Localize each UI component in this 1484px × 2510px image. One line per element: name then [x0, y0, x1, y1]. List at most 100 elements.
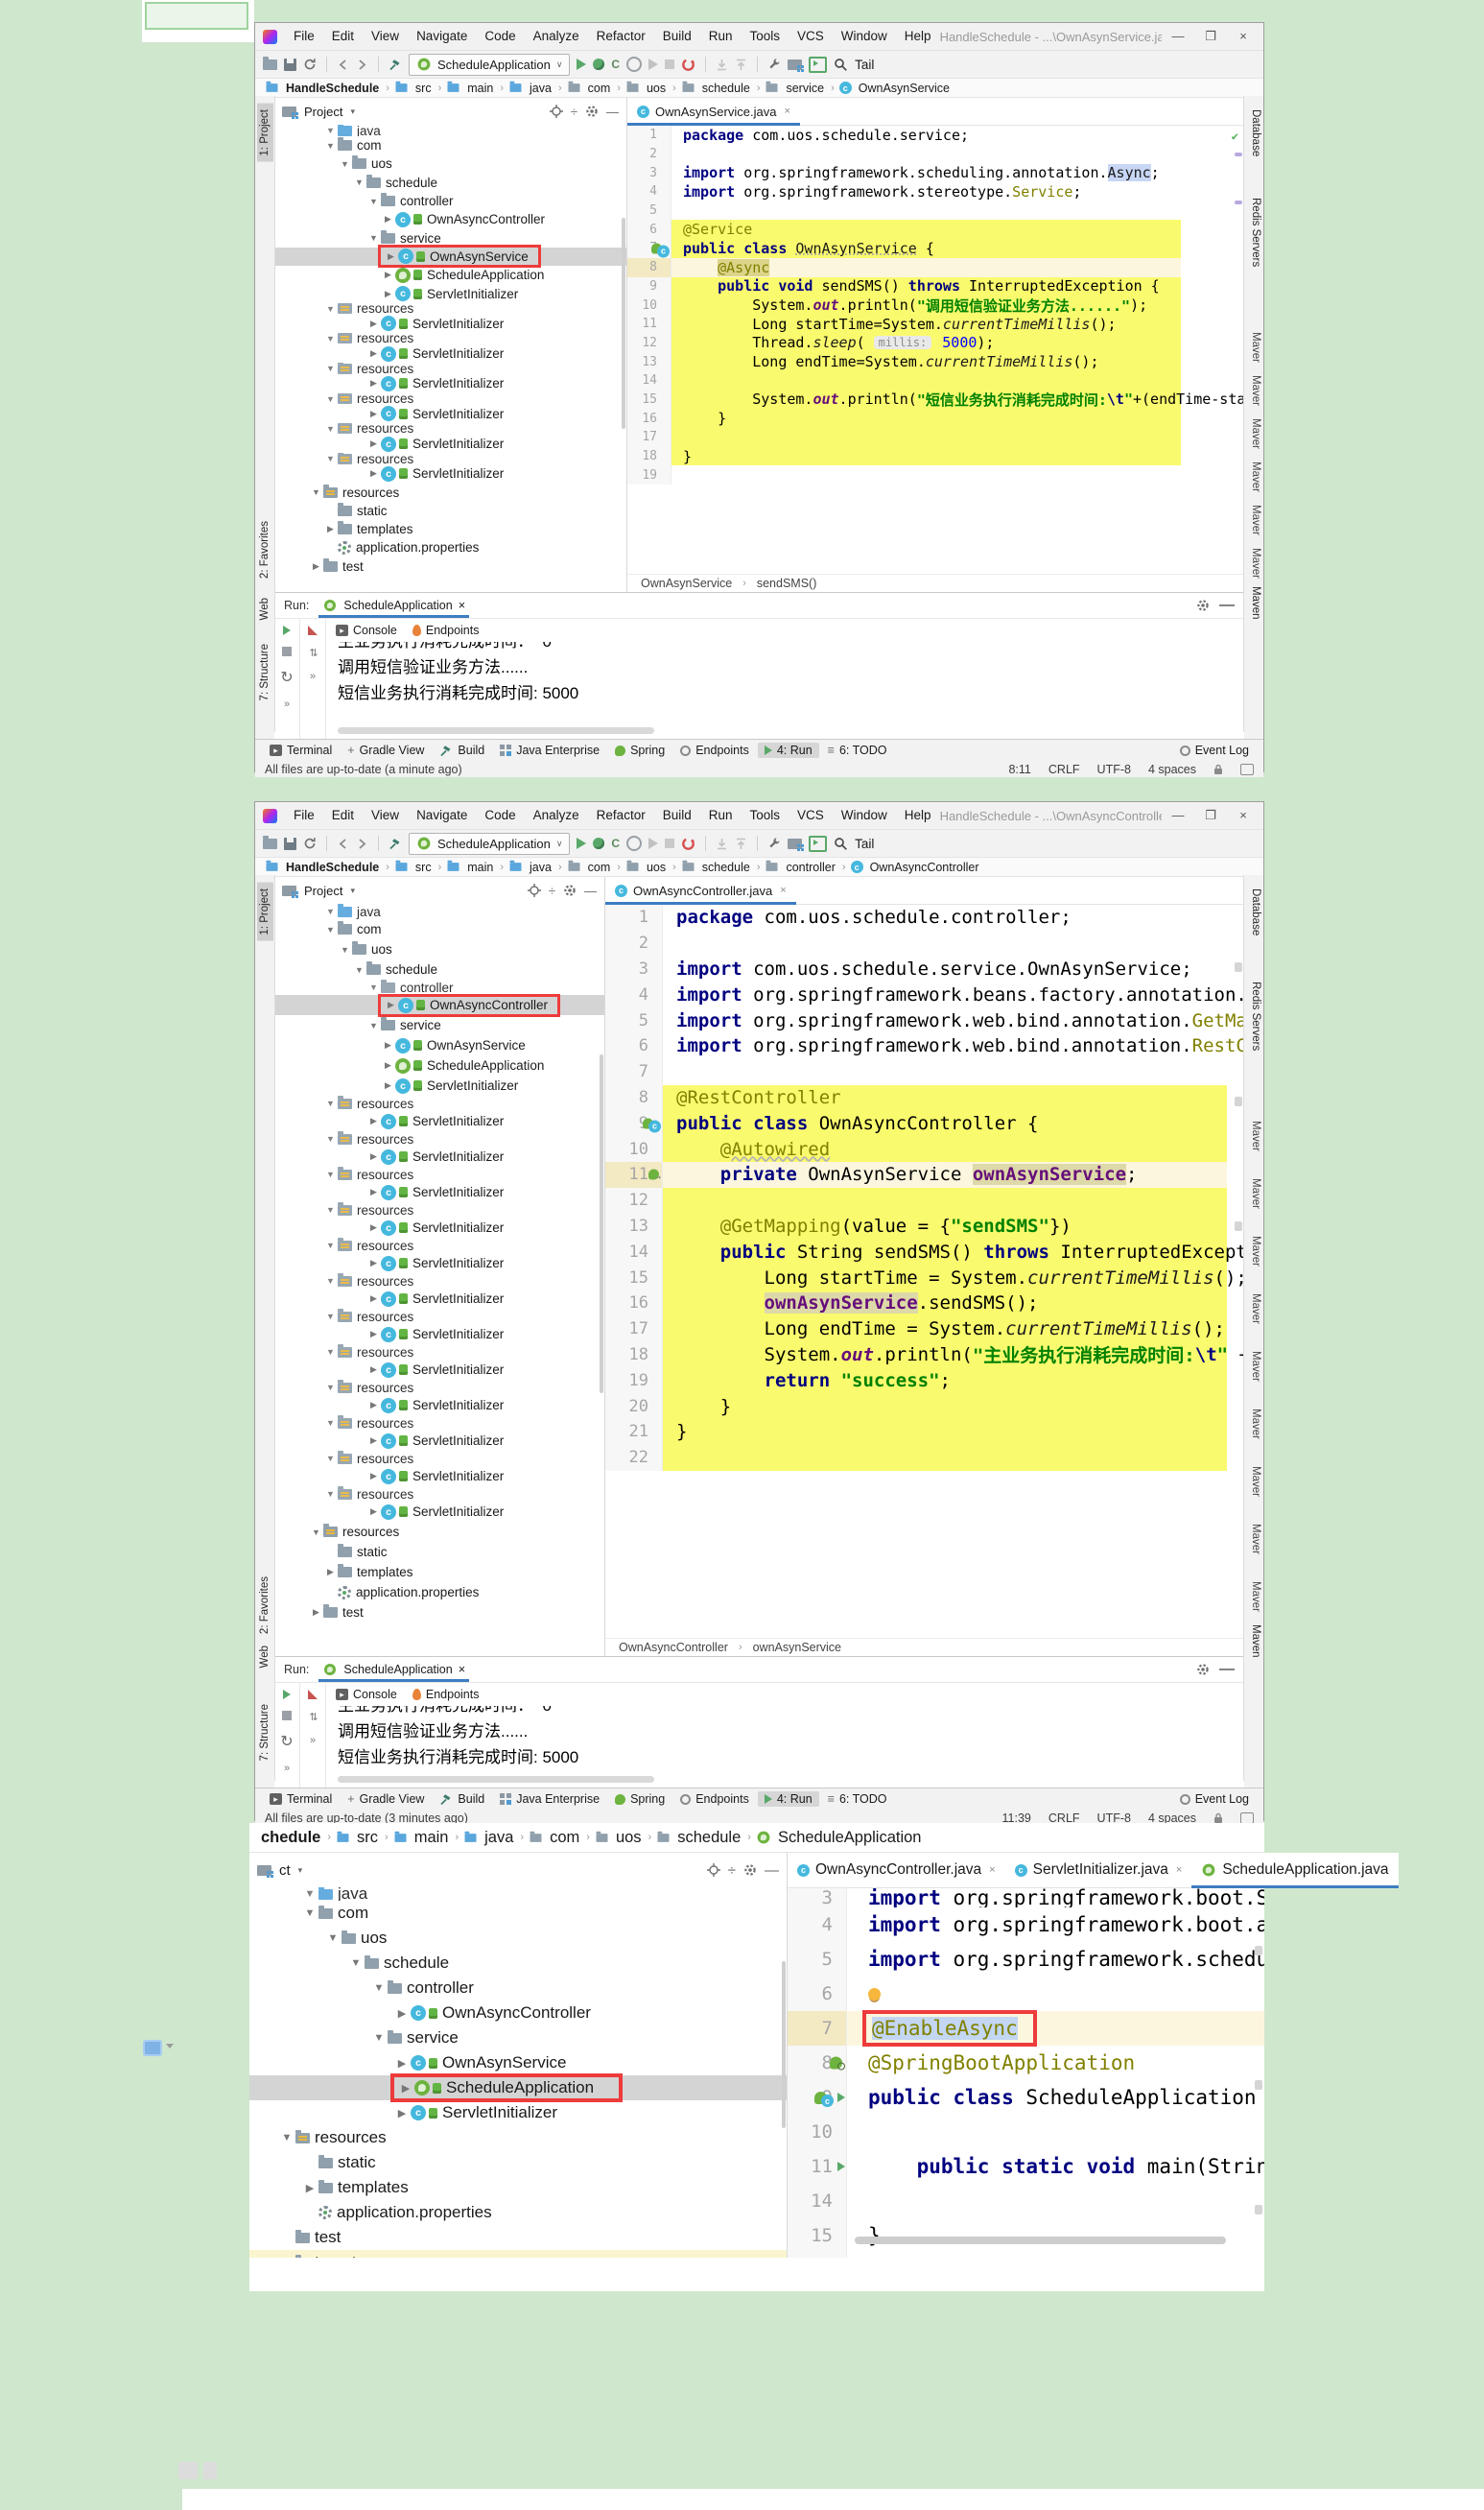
menu-item-build[interactable]: Build — [654, 23, 700, 50]
menu-item-window[interactable]: Window — [833, 802, 896, 829]
tree-chevron-icon[interactable]: ▼ — [366, 983, 381, 992]
menu-item-file[interactable]: File — [285, 802, 323, 829]
statusbar-item-spring[interactable]: Spring — [608, 743, 671, 758]
tree-chevron-icon[interactable]: ▶ — [381, 1080, 395, 1091]
synchronize-icon[interactable] — [303, 837, 317, 850]
tree-chevron-icon[interactable]: ▶ — [323, 524, 338, 534]
breadcrumb-item[interactable]: com — [567, 81, 613, 96]
menu-item-help[interactable]: Help — [896, 23, 940, 50]
close-tab-icon[interactable]: × — [459, 1663, 465, 1676]
tree-chevron-icon[interactable]: ▼ — [352, 178, 366, 187]
tree-chevron-icon[interactable]: ▼ — [366, 233, 381, 243]
tree-chevron-icon[interactable]: ▶ — [397, 2082, 414, 2095]
save-all-icon[interactable] — [284, 58, 296, 71]
menu-item-view[interactable]: View — [363, 802, 408, 829]
statusbar-item-terminal[interactable]: ▸ Terminal — [263, 743, 339, 758]
save-all-icon[interactable] — [284, 837, 296, 850]
leafsearch-gutter-icon[interactable] — [830, 2056, 845, 2071]
tree-row[interactable]: ▼ schedule — [274, 174, 626, 192]
menu-item-window[interactable]: Window — [833, 23, 896, 50]
tree-row[interactable]: ▼ controller — [274, 192, 626, 210]
breadcrumb-item[interactable]: ScheduleApplication — [756, 1828, 924, 1848]
tree-chevron-icon[interactable]: ▼ — [323, 1276, 338, 1286]
breadcrumb-item[interactable]: java — [463, 1828, 515, 1848]
hide-icon[interactable]: — — [606, 105, 619, 119]
gear-icon[interactable] — [1196, 1663, 1210, 1676]
clear-console-icon[interactable] — [308, 626, 318, 635]
statusbar-item-event-log[interactable]: Event Log — [1173, 743, 1256, 758]
toolwindow-tab-maven[interactable]: Maven — [1247, 499, 1263, 535]
toolwindow-tab-database[interactable]: Database — [1247, 883, 1263, 941]
menu-item-code[interactable]: Code — [476, 23, 524, 50]
code-editor[interactable]: 3 import org.springframework.boot.SpringA… — [788, 1888, 1264, 2258]
menu-item-build[interactable]: Build — [654, 802, 700, 829]
tree-row[interactable]: static — [274, 1542, 604, 1562]
tree-chevron-icon[interactable]: ▼ — [309, 1527, 323, 1537]
hide-icon[interactable]: — — [765, 1862, 779, 1879]
tree-chevron-icon[interactable]: ▼ — [323, 1418, 338, 1428]
tree-row[interactable]: ▶ c ServletInitializer — [274, 1360, 604, 1380]
breadcrumb-item[interactable]: com — [529, 1828, 581, 1848]
run-button[interactable] — [577, 59, 587, 70]
clear-console-icon[interactable] — [308, 1690, 318, 1699]
tree-row[interactable]: ▶ c OwnAsynService — [249, 2050, 787, 2075]
tree-chevron-icon[interactable]: ▶ — [393, 2107, 411, 2119]
update-project-icon[interactable] — [716, 838, 728, 850]
toolwindow-tab-maven[interactable]: Maven — [1247, 1288, 1263, 1324]
build-icon[interactable] — [389, 837, 402, 850]
profiler-button[interactable] — [626, 57, 643, 72]
tree-row[interactable]: ▶ c ServletInitializer — [274, 1502, 604, 1522]
restart-stop-icon[interactable] — [681, 58, 695, 72]
tree-chevron-icon[interactable]: ▼ — [323, 925, 338, 935]
leafplay-gutter-icon[interactable]: c — [814, 2088, 845, 2107]
tree-row[interactable]: ▼ resources — [274, 302, 626, 315]
expand-icon[interactable]: » — [310, 671, 316, 682]
breadcrumb-item[interactable]: main — [446, 860, 495, 875]
collapse-all-icon[interactable]: ÷ — [549, 884, 555, 898]
tree-row[interactable]: ▶ test — [274, 1602, 604, 1622]
tree-chevron-icon[interactable]: ▶ — [393, 2007, 411, 2020]
toolwindow-tab-maven[interactable]: Maven — [1247, 1460, 1263, 1497]
tree-row[interactable]: ▶ c ServletInitializer — [274, 1289, 604, 1309]
tree-chevron-icon[interactable]: ▼ — [323, 1205, 338, 1215]
statusbar-item-gradle-view[interactable]: + Gradle View — [341, 743, 431, 758]
tree-chevron-icon[interactable]: ▼ — [323, 1489, 338, 1499]
toolwindow-tab-2-favorites[interactable]: 2: Favorites — [257, 515, 273, 584]
tree-row[interactable]: ▶ c ServletInitializer — [274, 1395, 604, 1415]
beanc-gutter-icon[interactable]: c — [643, 1114, 661, 1133]
tree-row[interactable]: ▼ resources — [274, 483, 626, 501]
breadcrumb-item[interactable]: controller — [765, 860, 836, 875]
breadcrumb-item[interactable]: src — [394, 860, 434, 875]
tree-row[interactable]: ▼ schedule — [274, 959, 604, 980]
toolwindow-tab-maven[interactable]: Maven — [1247, 326, 1263, 363]
toolwindow-tab-maven[interactable]: Maven — [1247, 1575, 1263, 1612]
tree-row[interactable]: ▶ c OwnAsynService — [274, 245, 626, 269]
tree-row[interactable]: ▶ c ServletInitializer — [274, 1182, 604, 1202]
tree-chevron-icon[interactable]: ▶ — [381, 289, 395, 299]
console-hscrollbar[interactable] — [338, 727, 654, 734]
tree-row[interactable]: application.properties — [249, 2200, 787, 2225]
beanc-gutter-icon[interactable]: c — [651, 239, 670, 258]
tree-chevron-icon[interactable]: ▶ — [381, 214, 395, 225]
update-project-icon[interactable] — [716, 59, 728, 71]
toolwindow-tab-maven[interactable]: Maven — [1247, 580, 1263, 626]
collapse-all-icon[interactable]: ÷ — [728, 1862, 736, 1879]
breadcrumb-item[interactable]: uos — [595, 1828, 644, 1848]
breadcrumb-item[interactable]: src — [394, 81, 434, 96]
tree-chevron-icon[interactable]: ▼ — [366, 197, 381, 206]
tree-chevron-icon[interactable]: ▼ — [324, 1932, 342, 1944]
hide-icon[interactable]: — — [584, 884, 597, 898]
toolwindow-tab-maven[interactable]: Maven — [1247, 1345, 1263, 1382]
tree-row[interactable]: ▼ resources — [274, 332, 626, 344]
toolwindow-tab-7-structure[interactable]: 7: Structure — [257, 1698, 273, 1766]
tree-row[interactable]: ▼ schedule — [249, 1951, 787, 1976]
file-encoding[interactable]: UTF-8 — [1097, 763, 1131, 776]
tree-row[interactable]: ▶ c ServletInitializer — [274, 1111, 604, 1131]
tree-row[interactable]: ▼ resources — [274, 1486, 604, 1502]
toolwindow-tab-maven[interactable]: Maven — [1247, 1115, 1263, 1151]
tree-row[interactable]: static — [249, 2150, 787, 2175]
editor-breadcrumb-class[interactable]: OwnAsynService — [641, 577, 732, 590]
statusbar-item-terminal[interactable]: ▸ Terminal — [263, 1791, 339, 1807]
run-anything-icon[interactable] — [809, 835, 828, 852]
editor-breadcrumb-member[interactable]: ownAsynService — [753, 1641, 841, 1654]
